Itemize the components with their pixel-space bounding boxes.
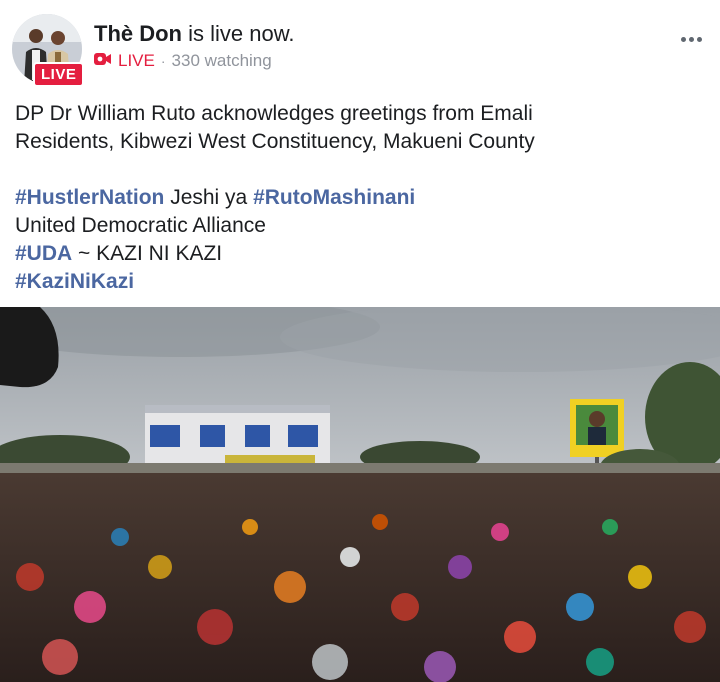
caption-line: #UDA ~ KAZI NI KAZI (15, 240, 705, 268)
caption-line: #KaziNiKazi (15, 268, 705, 296)
more-horizontal-icon-dot (688, 36, 694, 42)
live-status-text: is live now. (182, 21, 295, 46)
caption-text: ~ KAZI NI KAZI (72, 242, 223, 265)
name-line: Thè Don is live now. (94, 20, 295, 48)
hashtag-rutomashinani[interactable]: #RutoMashinani (253, 186, 415, 209)
meta-line: LIVE · 330 watching (94, 50, 295, 72)
caption-line: #HustlerNation Jeshi ya #RutoMashinani (15, 184, 705, 212)
meta-separator: · (160, 53, 166, 69)
post-header: LIVE Thè Don is live now. LIVE · 330 wat… (0, 0, 720, 90)
post-caption: DP Dr William Ruto acknowledges greeting… (15, 100, 705, 296)
caption-text: Jeshi ya (164, 186, 254, 209)
viewer-count: 330 watching (171, 51, 272, 70)
caption-line: United Democratic Alliance (15, 214, 266, 237)
more-options-button[interactable] (676, 28, 706, 50)
live-video-icon (94, 50, 112, 72)
live-video-player[interactable] (0, 307, 720, 682)
video-frame-crowd (0, 307, 720, 682)
hashtag-hustlernation[interactable]: #HustlerNation (15, 186, 164, 209)
hashtag-kazinikazi[interactable]: #KaziNiKazi (15, 270, 134, 293)
caption-line: DP Dr William Ruto acknowledges greeting… (15, 102, 533, 125)
caption-line: Residents, Kibwezi West Constituency, Ma… (15, 130, 535, 153)
live-label: LIVE (118, 51, 155, 70)
header-text: Thè Don is live now. LIVE · 330 watching (94, 20, 295, 72)
page-name-link[interactable]: Thè Don (94, 21, 182, 46)
avatar-live-badge: LIVE (33, 62, 85, 87)
more-horizontal-icon (680, 36, 686, 42)
more-horizontal-icon-dot (696, 36, 702, 42)
hashtag-uda[interactable]: #UDA (15, 242, 72, 265)
